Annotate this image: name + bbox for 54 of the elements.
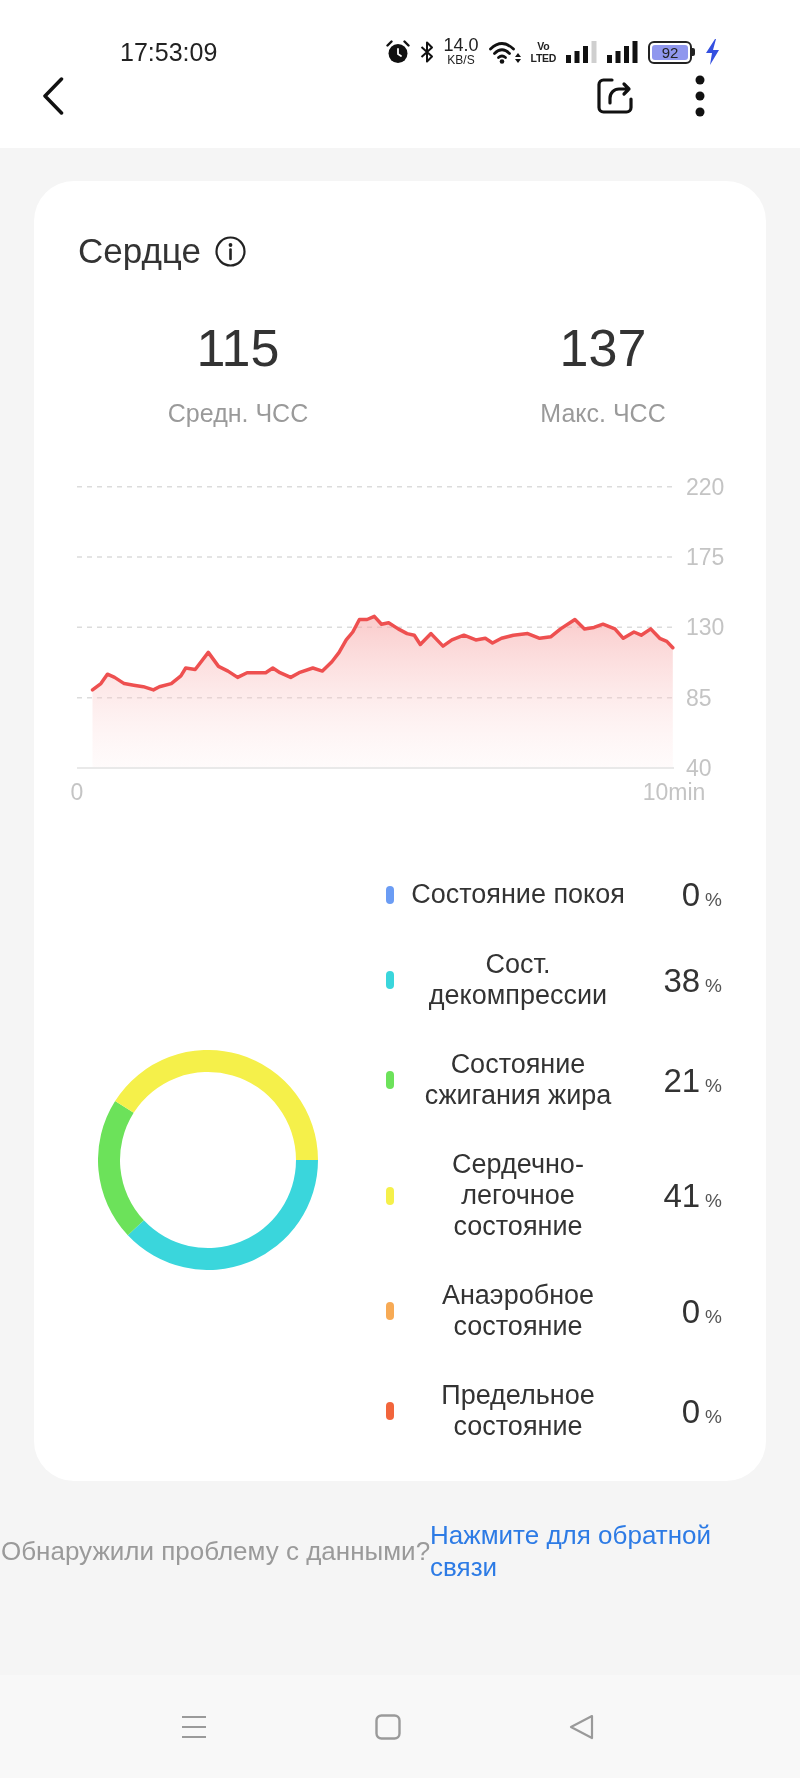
zone-label: Состояние покоя (410, 879, 626, 910)
percent-unit: % (705, 1406, 722, 1426)
zone-label: Предельное состояние (440, 1380, 596, 1442)
feedback-link[interactable]: Нажмите для обратной связи (430, 1519, 731, 1583)
wifi-icon (488, 40, 521, 64)
y-axis-label: 85 (686, 684, 712, 711)
zone-percent: 0 (681, 1394, 701, 1428)
zone-label: Сост. декомпрессии (427, 949, 609, 1011)
y-axis-label: 175 (686, 544, 725, 571)
y-axis-label: 130 (686, 614, 725, 641)
bluetooth-icon (419, 40, 434, 64)
menu-icon[interactable] (181, 1714, 207, 1739)
zone-percent: 0 (681, 878, 701, 911)
percent-unit: % (705, 1191, 722, 1210)
stat-value: 137 (559, 318, 647, 378)
network-speed-unit: KB/S (447, 54, 475, 67)
x-axis-label: 0 (70, 779, 84, 805)
info-icon[interactable] (214, 235, 246, 267)
zone-percent: 41 (663, 1179, 701, 1212)
y-axis-label: 40 (686, 755, 712, 781)
more-button[interactable] (695, 75, 705, 117)
status-time: 17:53:09 (120, 37, 218, 67)
x-axis-label: 10min (642, 779, 706, 805)
y-axis-label: 220 (686, 473, 725, 500)
feedback-question: Обнаружили проблему с данными? (1, 1535, 431, 1567)
back-icon (42, 77, 64, 115)
zone-label: Анаэробное состояние (440, 1280, 596, 1342)
alarm-clock-icon (385, 40, 410, 64)
signal-icon (566, 41, 597, 63)
charging-bolt-icon (705, 39, 720, 65)
zone-percent: 21 (663, 1063, 701, 1097)
percent-unit: % (705, 1306, 722, 1326)
zone-percent: 0 (681, 1294, 701, 1328)
percent-unit: % (705, 890, 722, 909)
zone-label: Сердечно-легочное состояние (451, 1149, 585, 1242)
zone-percent: 38 (663, 963, 701, 997)
home-icon[interactable] (375, 1713, 401, 1740)
back-triangle-icon[interactable] (569, 1713, 594, 1740)
stat-label: Средн. ЧСС (167, 398, 309, 428)
network-speed: 14.0 (443, 37, 479, 54)
battery-percent: 92 (661, 44, 679, 60)
volte-label: LTED (530, 52, 556, 64)
signal-icon (607, 41, 638, 63)
volte-label: Vo (537, 40, 550, 52)
stat-label: Макс. ЧСС (540, 398, 666, 428)
card-title: Сердце (78, 231, 201, 271)
stat-value: 115 (196, 318, 280, 378)
percent-unit: % (705, 1075, 722, 1095)
zone-label: Состояние сжигания жира (423, 1049, 613, 1111)
back-button[interactable] (42, 77, 64, 115)
percent-unit: % (705, 975, 722, 995)
share-button[interactable] (595, 76, 635, 116)
more-icon (695, 75, 705, 117)
share-icon (595, 76, 635, 116)
